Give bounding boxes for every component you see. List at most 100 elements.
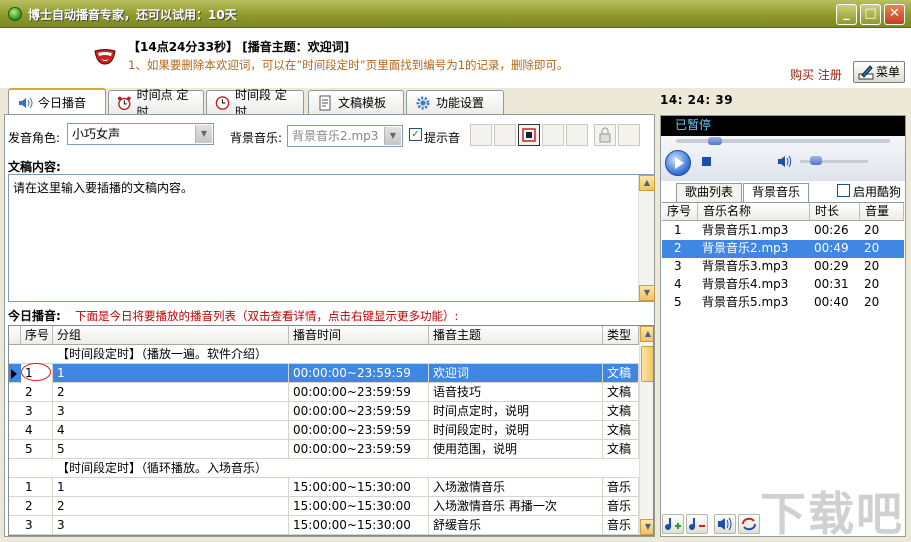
maximize-button[interactable]: □: [860, 4, 881, 25]
current-broadcast-title: 【14点24分33秒】 [播音主题：欢迎词]: [128, 40, 350, 54]
role-select[interactable]: 小巧女声 ▼: [67, 123, 214, 145]
table-row[interactable]: 2 2 15:00:00~15:30:00 入场激情音乐 再播一次 音乐: [9, 497, 639, 516]
table-row[interactable]: 3 3 15:00:00~15:30:00 舒缓音乐 音乐: [9, 516, 639, 535]
music-volume-button[interactable]: [714, 514, 736, 534]
today-list-label: 今日播音:: [8, 309, 61, 323]
volume-icon[interactable]: [777, 155, 792, 168]
add-music-button[interactable]: [662, 514, 684, 534]
clock-icon: [215, 95, 230, 110]
table-row[interactable]: 4 4 00:00:00~23:59:59 时间段定时，说明 文稿: [9, 421, 639, 440]
scroll-up-icon[interactable]: ▲: [639, 175, 655, 191]
current-row-indicator-icon: [11, 369, 17, 379]
column-header[interactable]: 播音主题: [429, 326, 603, 345]
add-music-icon: [665, 518, 681, 530]
scroll-down-icon[interactable]: ▼: [640, 519, 653, 535]
background-music-select[interactable]: 背景音乐2.mp3 ▼: [287, 125, 403, 147]
schedule-table[interactable]: 序号 分组 播音时间 播音主题 类型 【时间段定时】（播放一遍。软件介绍） 1 …: [8, 325, 654, 536]
loop-button[interactable]: [738, 514, 760, 534]
clock-display: 14: 24: 39: [660, 93, 734, 107]
column-header[interactable]: 音乐名称: [698, 203, 810, 221]
table-row[interactable]: 2 2 00:00:00~23:59:59 语音技巧 文稿: [9, 383, 639, 402]
tab-templates[interactable]: 文稿模板: [308, 90, 404, 114]
scroll-up-icon[interactable]: ▲: [640, 326, 653, 342]
speaker-icon: [19, 97, 33, 108]
table-row[interactable]: 3 3 00:00:00~23:59:59 时间点定时，说明 文稿: [9, 402, 639, 421]
alarm-clock-icon: [117, 96, 131, 110]
column-header[interactable]: 分组: [53, 326, 289, 345]
column-header[interactable]: 序号: [21, 326, 53, 345]
content-label: 文稿内容:: [8, 160, 61, 174]
table-row[interactable]: 1 1 00:00:00~23:59:59 欢迎词 文稿: [9, 364, 639, 383]
today-list-hint: 下面是今日将要播放的播音列表（双击查看详情，点击右键显示更多功能）:: [75, 309, 459, 323]
tab-today[interactable]: 今日播音: [8, 88, 106, 115]
seek-thumb[interactable]: [708, 137, 722, 145]
toolbar-slot-button[interactable]: [618, 124, 640, 146]
lock-button[interactable]: [594, 124, 616, 146]
record-button[interactable]: [518, 124, 540, 146]
app-logo-icon: [8, 7, 22, 21]
window-title: 博士自动播音专家，还可以试用：10天: [28, 8, 237, 22]
table-row[interactable]: 5 5 00:00:00~23:59:59 使用范围，说明 文稿: [9, 440, 639, 459]
scroll-thumb[interactable]: [641, 346, 653, 382]
tab-settings[interactable]: 功能设置: [406, 90, 504, 114]
content-text: 请在这里输入要插播的文稿内容。: [13, 181, 194, 195]
edit-pencil-icon: [858, 65, 874, 80]
minimize-button[interactable]: _: [836, 4, 857, 25]
table-group-row[interactable]: 【时间段定时】（播放一遍。软件介绍）: [9, 345, 639, 364]
song-row[interactable]: 1 背景音乐1.mp3 00:26 20: [662, 222, 904, 240]
column-header[interactable]: 音量: [860, 203, 904, 221]
remove-music-button[interactable]: [686, 514, 708, 534]
menu-button[interactable]: 菜单: [853, 61, 905, 83]
remove-music-icon: [689, 518, 705, 530]
menu-button-label: 菜单: [876, 65, 901, 79]
record-icon: [522, 128, 536, 142]
column-header[interactable]: 类型: [603, 326, 639, 345]
prompt-tone-checkbox[interactable]: ✓: [409, 128, 422, 141]
content-scrollbar[interactable]: ▲ ▼: [638, 175, 655, 301]
scroll-down-icon[interactable]: ▼: [639, 285, 655, 301]
column-header[interactable]: 播音时间: [289, 326, 429, 345]
speaker-icon: [718, 517, 732, 531]
song-row[interactable]: 3 背景音乐3.mp3 00:29 20: [662, 258, 904, 276]
watermark-logo: 下载吧: [760, 487, 904, 541]
current-broadcast-note: 1、如果要删除本欢迎词，可以在”时间段定时”页里面找到编号为1的记录，删除即可。: [128, 58, 569, 72]
tab-background-music[interactable]: 背景音乐: [743, 183, 810, 202]
highlight-circle: [21, 363, 51, 381]
row-indicator-header: [9, 326, 21, 345]
song-row[interactable]: 5 背景音乐5.mp3 00:40 20: [662, 294, 904, 312]
column-header[interactable]: 序号: [662, 203, 698, 221]
song-table[interactable]: 序号 音乐名称 时长 音量 1 背景音乐1.mp3 00:26 20 2 背景音…: [662, 202, 904, 502]
column-header[interactable]: 时长: [810, 203, 860, 221]
enable-kugou-checkbox[interactable]: [837, 184, 850, 197]
background-music-label: 背景音乐:: [230, 131, 283, 145]
tab-time-range[interactable]: 时间段 定时: [206, 88, 304, 119]
buy-register-link[interactable]: 购买 注册: [790, 66, 842, 83]
role-label: 发音角色:: [8, 131, 61, 145]
toolbar-slot-button[interactable]: [566, 124, 588, 146]
enable-kugou-label: 启用酷狗: [853, 185, 902, 199]
schedule-scrollbar[interactable]: ▲ ▼: [639, 326, 653, 535]
play-icon: [675, 157, 684, 169]
mouth-icon: [94, 49, 116, 65]
song-row[interactable]: 2 背景音乐2.mp3 00:49 20: [662, 240, 904, 258]
toolbar-slot-button[interactable]: [470, 124, 492, 146]
close-button[interactable]: ✕: [884, 4, 905, 25]
tab-time-point[interactable]: 时间点 定时: [108, 88, 204, 119]
player-status: 已暂停: [661, 116, 905, 136]
song-row[interactable]: 4 背景音乐4.mp3 00:31 20: [662, 276, 904, 294]
toolbar-slot-button[interactable]: [542, 124, 564, 146]
gear-icon: [416, 96, 430, 109]
lock-icon: [599, 127, 611, 143]
toolbar-slot-button[interactable]: [494, 124, 516, 146]
tab-song-list[interactable]: 歌曲列表: [676, 183, 743, 202]
chevron-down-icon[interactable]: ▼: [195, 125, 212, 143]
stop-button[interactable]: [702, 157, 711, 166]
document-icon: [319, 95, 331, 110]
content-textarea[interactable]: 请在这里输入要插播的文稿内容。: [8, 174, 654, 302]
table-row[interactable]: 1 1 15:00:00~15:30:00 入场激情音乐 音乐: [9, 478, 639, 497]
volume-thumb[interactable]: [810, 156, 822, 165]
loop-icon: [742, 517, 756, 531]
prompt-tone-label: 提示音: [424, 131, 461, 145]
chevron-down-icon[interactable]: ▼: [384, 127, 401, 145]
table-group-row[interactable]: 【时间段定时】（循环播放。入场音乐）: [9, 459, 639, 478]
